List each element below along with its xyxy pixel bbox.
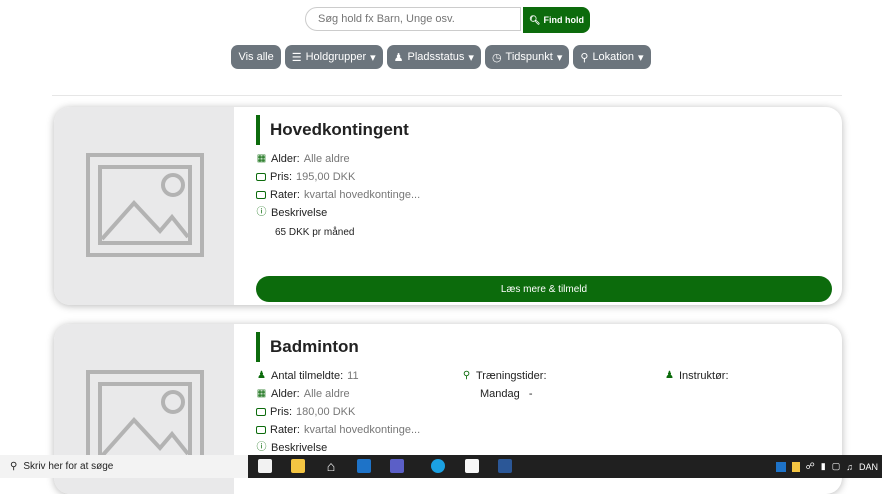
chevron-down-icon: ▾ [370, 51, 376, 64]
alder-row: ▦ Alder: Alle aldre [256, 388, 350, 400]
filter-label: Pladsstatus [407, 51, 465, 63]
taskbar-search[interactable]: ⚲ Skriv her for at søge [0, 455, 248, 478]
beskrivelse-label: Beskrivelse [271, 442, 328, 454]
info-icon: ⓘ [256, 207, 267, 218]
alder-label: Alder: [271, 153, 300, 165]
pris-value: 180,00 DKK [296, 406, 356, 418]
money-icon [256, 408, 266, 416]
beskrivelse-row: ⓘ Beskrivelse [256, 207, 328, 219]
image-placeholder [54, 107, 234, 305]
alder-value: Alle aldre [303, 388, 350, 400]
chevron-down-icon: ▾ [556, 51, 563, 64]
network-icon[interactable]: ☍ [806, 461, 815, 472]
outlook-icon[interactable] [357, 459, 371, 473]
search-icon: 🔍︎ [529, 14, 541, 25]
hold-card: Hovedkontingent ▦ Alder: Alle aldre Pris… [54, 107, 842, 305]
filter-vis-alle[interactable]: Vis alle [231, 45, 281, 69]
search-icon: ⚲ [10, 461, 18, 472]
beskrivelse-text: 65 DKK pr måned [275, 227, 355, 238]
display-icon[interactable]: ▢ [832, 461, 841, 472]
filter-label: Vis alle [238, 51, 274, 63]
calendar-icon: ▦ [256, 153, 267, 164]
tilmeldte-value: 11 [347, 370, 359, 382]
users-icon: ♟ [257, 370, 266, 381]
rater-label: Rater: [270, 189, 300, 201]
map-marker-icon: ⚲ [580, 51, 589, 64]
rater-label: Rater: [270, 424, 300, 436]
rater-value: kvartal hovedkontinge... [303, 189, 421, 201]
card-title: Badminton [256, 332, 359, 362]
app-icon[interactable] [465, 459, 479, 473]
search-input[interactable] [305, 7, 521, 31]
tilmeldte-label: Antal tilmeldte: [271, 370, 344, 382]
money-icon [256, 173, 266, 181]
rater-value: kvartal hovedkontinge... [303, 424, 421, 436]
speaker-icon[interactable]: ♫ [846, 462, 853, 472]
alder-row: ▦ Alder: Alle aldre [256, 153, 350, 165]
edge-icon[interactable] [431, 459, 445, 473]
battery-icon[interactable]: ▮ [821, 461, 826, 472]
pris-row: Pris: 195,00 DKK [256, 171, 355, 183]
filter-tidspunkt[interactable]: ◷ Tidspunkt ▾ [484, 45, 570, 69]
instruktor-row: ♟ Instruktør: [664, 370, 729, 382]
rater-row: Rater: kvartal hovedkontinge... [256, 424, 420, 436]
card-title: Hovedkontingent [256, 115, 409, 145]
filter-label: Lokation [592, 51, 635, 63]
word-icon[interactable] [498, 459, 512, 473]
pris-label: Pris: [270, 406, 292, 418]
filter-pladsstatus[interactable]: ♟ Pladsstatus ▾ [386, 45, 481, 69]
beskrivelse-label: Beskrivelse [271, 207, 328, 219]
search-bar: 🔍︎ Find hold [305, 7, 590, 33]
traening-label: Træningstider: [476, 370, 547, 382]
image-icon [86, 153, 204, 257]
filter-bar: Vis alle ☰ Holdgrupper ▾ ♟ Pladsstatus ▾… [0, 45, 882, 69]
system-tray: ☍ ▮ ▢ ♫ DAN [775, 455, 878, 478]
filter-label: Holdgrupper [305, 51, 367, 63]
chevron-down-icon: ▾ [638, 51, 644, 64]
traening-value: Mandag - [480, 388, 533, 400]
pris-row: Pris: 180,00 DKK [256, 406, 355, 418]
money-icon [256, 191, 266, 199]
chevron-down-icon: ▾ [468, 51, 474, 64]
map-marker-icon: ⚲ [462, 370, 471, 381]
teams-icon[interactable] [390, 459, 404, 473]
beskrivelse-row: ⓘ Beskrivelse [256, 442, 328, 454]
filter-label: Tidspunkt [505, 51, 553, 63]
laes-mere-button[interactable]: Læs mere & tilmeld [256, 276, 832, 302]
find-hold-label: Find hold [543, 15, 584, 25]
file-explorer-icon[interactable] [291, 459, 305, 473]
divider [52, 95, 842, 96]
taskbar-search-text: Skriv her for at søge [23, 461, 114, 472]
pris-value: 195,00 DKK [296, 171, 356, 183]
find-hold-button[interactable]: 🔍︎ Find hold [523, 7, 590, 33]
clock-icon: ◷ [491, 51, 502, 64]
calendar-icon: ▦ [256, 388, 267, 399]
tilmeldte-row: ♟ Antal tilmeldte: 11 [256, 370, 359, 382]
rater-row: Rater: kvartal hovedkontinge... [256, 189, 420, 201]
traening-row: ⚲ Træningstider: [461, 370, 547, 382]
user-icon: ♟ [665, 370, 674, 381]
filter-holdgrupper[interactable]: ☰ Holdgrupper ▾ [284, 45, 383, 69]
outlook-tray-icon[interactable] [775, 461, 786, 472]
money-icon [256, 426, 266, 434]
shield-icon[interactable] [791, 461, 800, 472]
taskbar: ⚲ Skriv her for at søge ⌂ ☍ ▮ ▢ ♫ DAN [0, 455, 882, 478]
instruktor-label: Instruktør: [679, 370, 729, 382]
alder-label: Alder: [271, 388, 300, 400]
info-icon: ⓘ [256, 442, 267, 453]
language-indicator[interactable]: DAN [859, 462, 878, 472]
alder-value: Alle aldre [303, 153, 350, 165]
list-icon: ☰ [291, 51, 302, 64]
filter-lokation[interactable]: ⚲ Lokation ▾ [573, 45, 651, 69]
users-icon: ♟ [393, 51, 404, 64]
calculator-icon[interactable] [258, 459, 272, 473]
pris-label: Pris: [270, 171, 292, 183]
home-icon[interactable]: ⌂ [324, 459, 338, 473]
